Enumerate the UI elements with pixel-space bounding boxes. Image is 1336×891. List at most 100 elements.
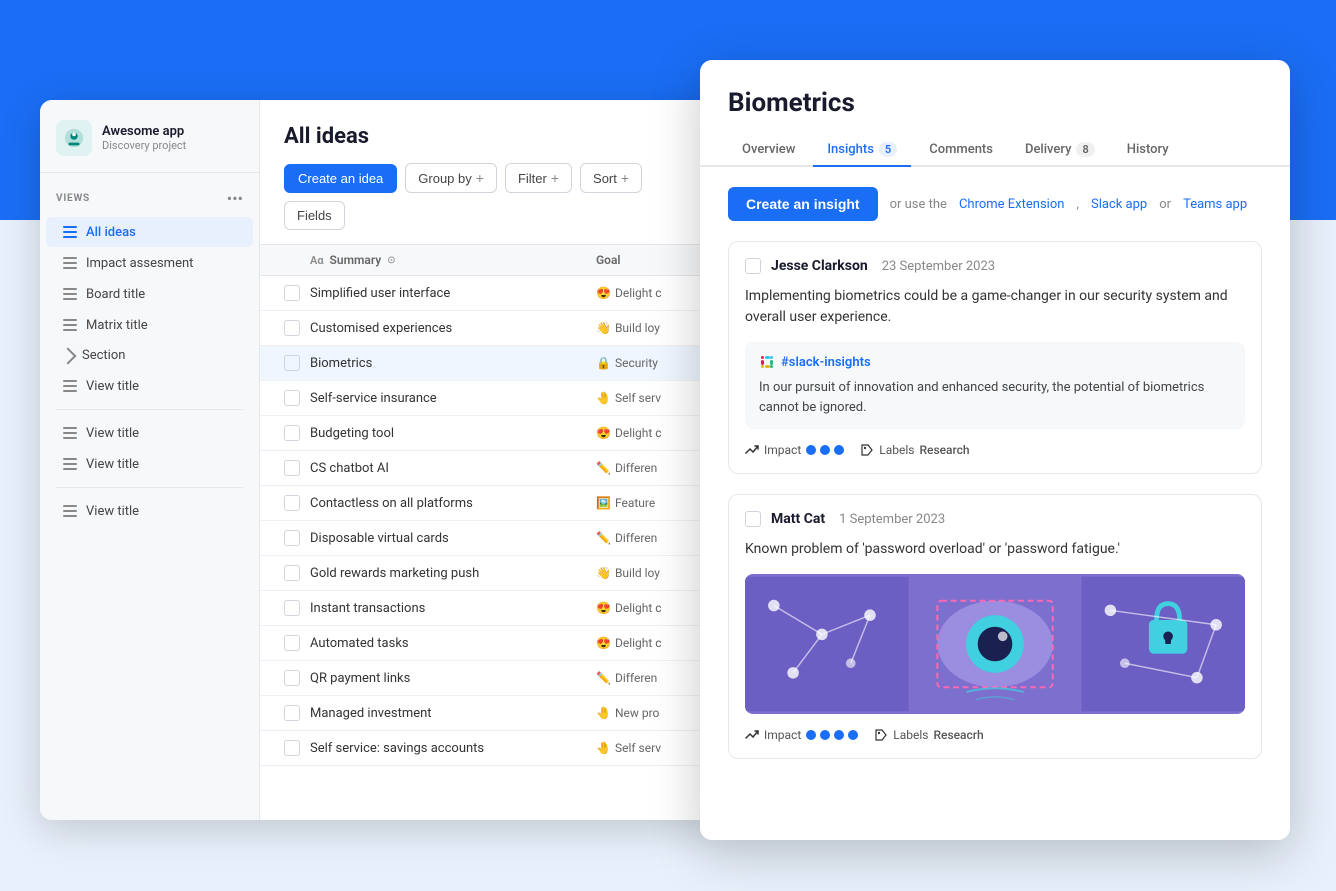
header-summary: Aα Summary ⊙	[310, 253, 596, 267]
tab-insights[interactable]: Insights 5	[813, 134, 911, 167]
sidebar-item-view4[interactable]: View title	[46, 496, 253, 526]
goal-text: Security	[615, 356, 658, 370]
row-name: Gold rewards marketing push	[310, 566, 596, 581]
table-row[interactable]: QR payment links ✏️ Differen	[260, 661, 720, 696]
teams-app-link[interactable]: Teams app	[1183, 197, 1247, 212]
row-checkbox[interactable]	[284, 705, 300, 721]
row-goal: 😍 Delight c	[596, 286, 696, 300]
sidebar-item-matrix[interactable]: Matrix title	[46, 310, 253, 340]
row-goal: ✏️ Differen	[596, 461, 696, 475]
biometric-image	[745, 574, 1245, 714]
insight-1-author: Jesse Clarkson	[771, 258, 868, 274]
row-checkbox[interactable]	[284, 425, 300, 441]
views-label: VIEWS	[56, 193, 90, 204]
row-checkbox[interactable]	[284, 530, 300, 546]
goal-emoji: 😍	[596, 636, 611, 650]
sidebar-item-view3[interactable]: View title	[46, 449, 253, 479]
row-checkbox[interactable]	[284, 740, 300, 756]
table-row[interactable]: Managed investment 🤚 New pro	[260, 696, 720, 731]
goal-emoji: 🤚	[596, 741, 611, 755]
sidebar-item-section[interactable]: Section	[46, 341, 253, 370]
row-name: Automated tasks	[310, 636, 596, 651]
row-goal: 👋 Build loy	[596, 566, 696, 580]
slack-channel-1[interactable]: #slack-insights	[759, 354, 1231, 370]
row-name: CS chatbot AI	[310, 461, 596, 476]
sidebar-item-view2[interactable]: View title	[46, 418, 253, 448]
create-insight-button[interactable]: Create an insight	[728, 187, 878, 221]
filter-button[interactable]: Filter +	[505, 163, 572, 193]
row-checkbox[interactable]	[284, 460, 300, 476]
table-row[interactable]: Instant transactions 😍 Delight c	[260, 591, 720, 626]
sidebar-label-view4: View title	[86, 504, 139, 519]
row-checkbox[interactable]	[284, 285, 300, 301]
filter-plus-icon: +	[551, 170, 559, 186]
table-row[interactable]: CS chatbot AI ✏️ Differen	[260, 451, 720, 486]
main-content: All ideas Create an idea Group by + Filt…	[260, 100, 720, 820]
table-row[interactable]: Self-service insurance 🤚 Self serv	[260, 381, 720, 416]
table-header: Aα Summary ⊙ Goal	[260, 244, 720, 276]
sidebar-item-impact[interactable]: Impact assesment	[46, 248, 253, 278]
list-icon-view1	[62, 378, 78, 394]
row-checkbox[interactable]	[284, 670, 300, 686]
slack-icon	[759, 354, 775, 370]
goal-emoji: 🤚	[596, 706, 611, 720]
table-row[interactable]: Contactless on all platforms 🖼️ Feature	[260, 486, 720, 521]
sidebar-item-board[interactable]: Board title	[46, 279, 253, 309]
sidebar-item-all-ideas[interactable]: All ideas	[46, 217, 253, 247]
table-row[interactable]: Simplified user interface 😍 Delight c	[260, 276, 720, 311]
table-row[interactable]: Biometrics 🔒 Security	[260, 346, 720, 381]
sidebar-divider-2	[56, 487, 243, 488]
table-row[interactable]: Self service: savings accounts 🤚 Self se…	[260, 731, 720, 766]
sidebar-label-all-ideas: All ideas	[86, 225, 136, 240]
row-checkbox[interactable]	[284, 565, 300, 581]
views-more-button[interactable]: •••	[227, 189, 243, 208]
goal-emoji: ✏️	[596, 671, 611, 685]
table-row[interactable]: Automated tasks 😍 Delight c	[260, 626, 720, 661]
row-goal: 😍 Delight c	[596, 636, 696, 650]
row-checkbox[interactable]	[284, 390, 300, 406]
row-checkbox[interactable]	[284, 320, 300, 336]
sidebar-item-view1[interactable]: View title	[46, 371, 253, 401]
tab-overview[interactable]: Overview	[728, 134, 809, 167]
detail-body: Create an insight or use the Chrome Exte…	[700, 167, 1290, 840]
insight-2-checkbox[interactable]	[745, 511, 761, 527]
row-checkbox[interactable]	[284, 355, 300, 371]
row-name: Budgeting tool	[310, 426, 596, 441]
tab-delivery[interactable]: Delivery 8	[1011, 134, 1109, 167]
row-name: Managed investment	[310, 706, 596, 721]
table-row[interactable]: Budgeting tool 😍 Delight c	[260, 416, 720, 451]
row-checkbox[interactable]	[284, 600, 300, 616]
list-icon-view3	[62, 456, 78, 472]
group-by-button[interactable]: Group by +	[405, 163, 497, 193]
row-name: Disposable virtual cards	[310, 531, 596, 546]
insight-card-2: Matt Cat 1 September 2023 Known problem …	[728, 494, 1262, 759]
goal-emoji: 😍	[596, 426, 611, 440]
table-row[interactable]: Customised experiences 👋 Build loy	[260, 311, 720, 346]
tab-comments[interactable]: Comments	[915, 134, 1007, 167]
group-by-plus-icon: +	[476, 170, 484, 186]
sidebar: Awesome app Discovery project VIEWS ••• …	[40, 100, 260, 820]
insight-1-text: Implementing biometrics could be a game-…	[745, 286, 1245, 328]
table-row[interactable]: Gold rewards marketing push 👋 Build loy	[260, 556, 720, 591]
app-info: Awesome app Discovery project	[102, 124, 186, 152]
row-name: QR payment links	[310, 671, 596, 686]
row-goal: 🖼️ Feature	[596, 496, 696, 510]
insight-1-checkbox[interactable]	[745, 258, 761, 274]
create-idea-button[interactable]: Create an idea	[284, 164, 397, 193]
row-checkbox[interactable]	[284, 495, 300, 511]
goal-text: Delight c	[615, 636, 662, 650]
row-checkbox[interactable]	[284, 635, 300, 651]
sort-button[interactable]: Sort +	[580, 163, 642, 193]
table-row[interactable]: Disposable virtual cards ✏️ Differen	[260, 521, 720, 556]
slack-quote-1: In our pursuit of innovation and enhance…	[759, 378, 1231, 417]
chrome-ext-link[interactable]: Chrome Extension	[959, 197, 1064, 212]
impact-dots-2	[806, 730, 858, 740]
slack-app-link[interactable]: Slack app	[1091, 197, 1147, 212]
row-name: Self service: savings accounts	[310, 741, 596, 756]
insight-1-header: Jesse Clarkson 23 September 2023	[745, 258, 1245, 274]
tab-history[interactable]: History	[1113, 134, 1183, 167]
or-text: or use the	[890, 197, 947, 212]
row-goal: 👋 Build loy	[596, 321, 696, 335]
fields-button[interactable]: Fields	[284, 201, 345, 230]
goal-emoji: 😍	[596, 601, 611, 615]
